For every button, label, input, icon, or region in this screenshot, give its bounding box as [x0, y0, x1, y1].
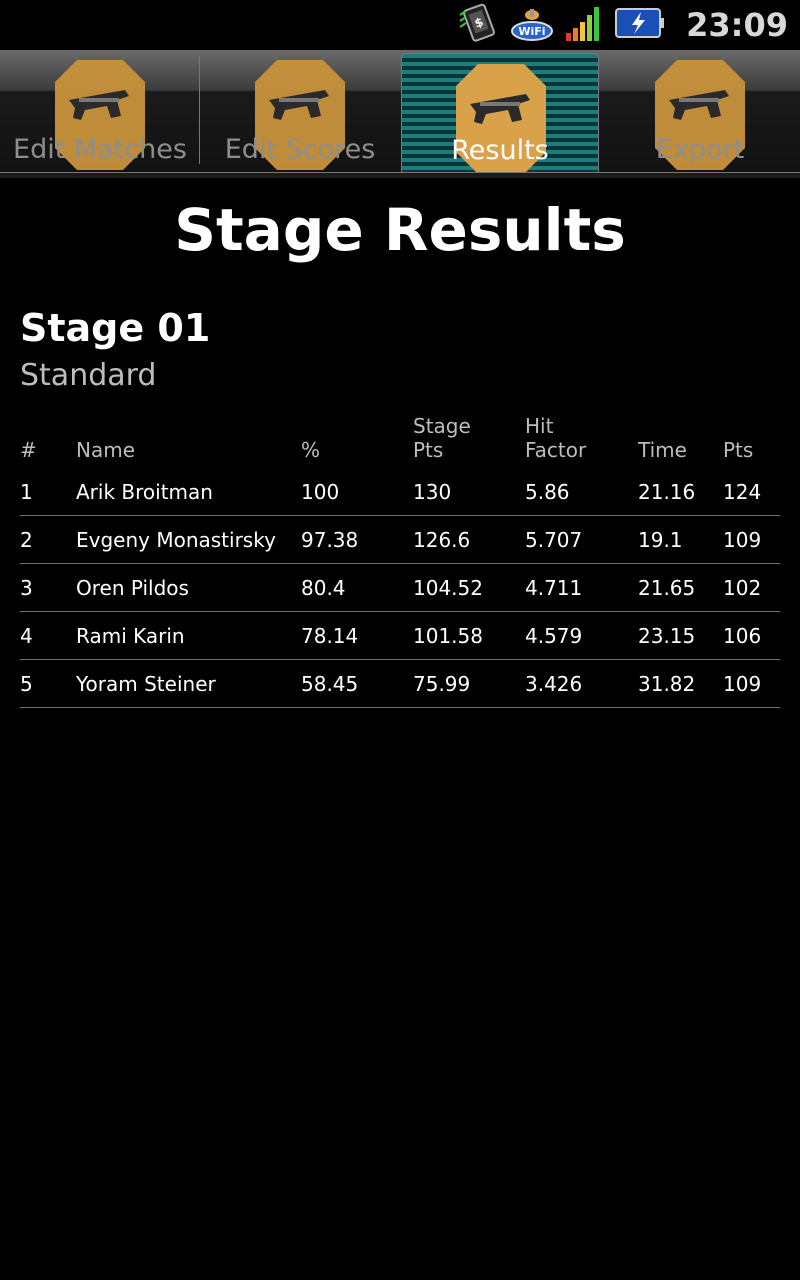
svg-text:WiFi: WiFi — [519, 25, 546, 38]
tab-edit-scores[interactable]: Edit Scores — [200, 50, 400, 172]
stage-name: Stage 01 — [20, 306, 211, 350]
cell-rank: 2 — [20, 528, 33, 552]
table-row: 1 Arik Broitman 100 130 5.86 21.16 124 — [20, 468, 780, 516]
tab-label: Edit Matches — [13, 134, 187, 165]
cell-name: Rami Karin — [76, 624, 185, 648]
cell-percent: 80.4 — [301, 576, 346, 600]
cell-rank: 4 — [20, 624, 33, 648]
tab-results[interactable]: Results — [401, 53, 599, 175]
status-bar: $ WiFi 23:09 — [0, 0, 800, 50]
tab-export[interactable]: Export — [600, 50, 800, 172]
cell-hit-factor: 4.579 — [525, 624, 583, 648]
clock: 23:09 — [686, 6, 788, 44]
cell-percent: 78.14 — [301, 624, 359, 648]
cell-name: Evgeny Monastirsky — [76, 528, 276, 552]
results-table: # Name % Stage Pts Hit Factor Time Pts 1… — [20, 406, 780, 708]
app-notification-icon: $ — [456, 1, 500, 49]
cell-stage-pts: 75.99 — [413, 672, 471, 696]
battery-charging-icon — [614, 1, 666, 49]
cell-percent: 97.38 — [301, 528, 359, 552]
cell-name: Yoram Steiner — [76, 672, 216, 696]
cell-stage-pts: 104.52 — [413, 576, 483, 600]
cell-hit-factor: 5.707 — [525, 528, 583, 552]
cell-name: Oren Pildos — [76, 576, 189, 600]
column-header-stage-pts: Stage Pts — [413, 414, 471, 462]
cell-stage-pts: 130 — [413, 480, 452, 504]
cell-rank: 3 — [20, 576, 33, 600]
column-header-hit-factor: Hit Factor — [525, 414, 587, 462]
table-row: 4 Rami Karin 78.14 101.58 4.579 23.15 10… — [20, 612, 780, 660]
cell-rank: 5 — [20, 672, 33, 696]
cell-pts: 109 — [723, 672, 762, 696]
wifi-icon: WiFi — [510, 1, 554, 49]
cell-time: 19.1 — [638, 528, 683, 552]
tab-label: Export — [655, 134, 745, 165]
cell-name: Arik Broitman — [76, 480, 213, 504]
page-title: Stage Results — [174, 196, 626, 264]
column-header-name: Name — [76, 438, 136, 462]
cell-stage-pts: 126.6 — [413, 528, 471, 552]
cell-time: 23.15 — [638, 624, 696, 648]
tab-label: Results — [451, 135, 549, 166]
cell-hit-factor: 4.711 — [525, 576, 583, 600]
cell-time: 21.16 — [638, 480, 696, 504]
cell-stage-pts: 101.58 — [413, 624, 483, 648]
cell-hit-factor: 3.426 — [525, 672, 583, 696]
tab-bar: Edit Matches Edit Scores Results Export — [0, 50, 800, 178]
cell-hit-factor: 5.86 — [525, 480, 570, 504]
stage-type: Standard — [20, 358, 157, 393]
column-header-pts: Pts — [723, 438, 754, 462]
cell-percent: 58.45 — [301, 672, 359, 696]
tab-edit-matches[interactable]: Edit Matches — [0, 50, 200, 172]
table-row: 2 Evgeny Monastirsky 97.38 126.6 5.707 1… — [20, 516, 780, 564]
cell-pts: 102 — [723, 576, 762, 600]
column-header-percent: % — [301, 438, 321, 462]
column-header-rank: # — [20, 438, 37, 462]
cell-pts: 124 — [723, 480, 762, 504]
cell-pts: 109 — [723, 528, 762, 552]
signal-icon — [564, 1, 604, 49]
table-row: 3 Oren Pildos 80.4 104.52 4.711 21.65 10… — [20, 564, 780, 612]
cell-time: 21.65 — [638, 576, 696, 600]
column-header-time: Time — [638, 438, 687, 462]
cell-rank: 1 — [20, 480, 33, 504]
cell-percent: 100 — [301, 480, 340, 504]
cell-pts: 106 — [723, 624, 762, 648]
tab-label: Edit Scores — [224, 134, 376, 165]
table-row: 5 Yoram Steiner 58.45 75.99 3.426 31.82 … — [20, 660, 780, 708]
table-header: # Name % Stage Pts Hit Factor Time Pts — [20, 406, 780, 468]
cell-time: 31.82 — [638, 672, 696, 696]
tab-bar-divider — [0, 172, 800, 178]
